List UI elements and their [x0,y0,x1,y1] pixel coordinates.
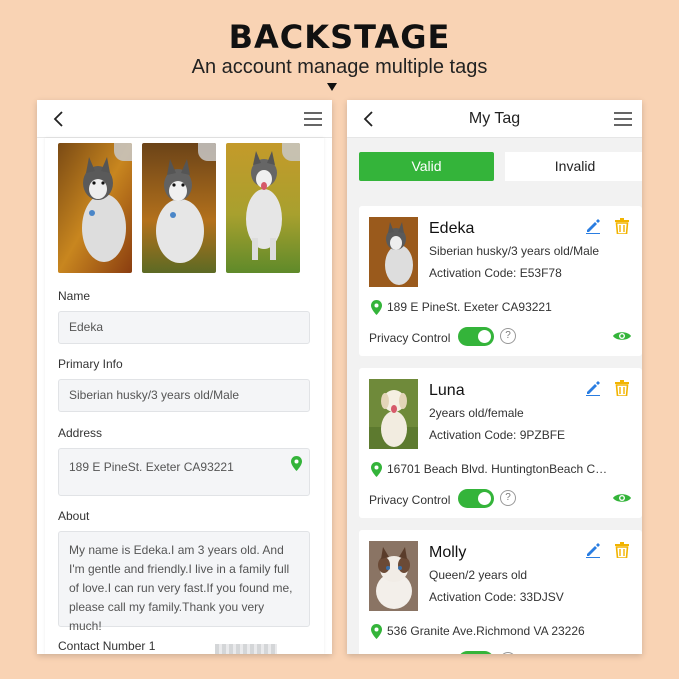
privacy-toggle[interactable] [458,327,494,346]
right-phone-screen: My Tag Valid Invalid Edeka Siberian husk… [347,100,642,654]
hamburger-menu-icon[interactable] [304,111,322,127]
location-pin-icon [371,300,382,315]
pet-photo [369,541,418,611]
pet-info: 2years old/female [429,406,524,420]
address-field[interactable]: 189 E PineSt. Exeter CA93221 [58,448,310,496]
privacy-control-label: Privacy Control [369,493,451,507]
tag-card[interactable]: Edeka Siberian husky/3 years old/Male Ac… [359,206,642,356]
location-pin-icon [371,462,382,477]
help-icon[interactable]: ? [500,490,516,506]
edit-icon[interactable] [585,380,601,396]
tag-card[interactable]: Luna 2years old/female Activation Code: … [359,368,642,518]
profile-form[interactable]: Name Edeka Primary Info Siberian husky/3… [45,138,324,654]
eye-icon[interactable] [613,330,631,342]
pet-name: Edeka [429,220,475,237]
primary-info-label: Primary Info [58,357,123,371]
primary-info-field[interactable]: Siberian husky/3 years old/Male [58,379,310,412]
pet-address: 189 E PineSt. Exeter CA93221 [387,300,552,314]
about-field[interactable]: My name is Edeka.I am 3 years old. And I… [58,531,310,633]
help-icon[interactable]: ? [500,652,516,654]
address-label: Address [58,426,103,440]
chevron-left-icon[interactable] [49,109,69,129]
pet-address: 16701 Beach Blvd. HuntingtonBeach C… [387,462,608,476]
remove-photo-icon[interactable] [114,143,132,161]
location-pin-icon[interactable] [291,456,302,471]
left-phone-screen: Name Edeka Primary Info Siberian husky/3… [37,100,332,654]
pet-name: Luna [429,382,465,399]
privacy-toggle[interactable] [458,651,494,654]
name-label: Name [58,289,91,303]
help-icon[interactable]: ? [500,328,516,344]
trash-icon[interactable] [615,542,629,558]
trash-icon[interactable] [615,218,629,234]
tag-tabs: Valid Invalid [359,152,642,181]
trash-icon[interactable] [615,380,629,396]
remove-photo-icon[interactable] [198,143,216,161]
husky-photo-1[interactable] [58,143,132,273]
about-label: About [58,509,90,523]
page-title: My Tag [468,110,521,127]
location-pin-icon [371,624,382,639]
tab-invalid[interactable]: Invalid [505,152,642,181]
remove-photo-icon[interactable] [282,143,300,161]
contact-number-redacted [215,644,277,654]
pet-photo [369,217,418,287]
pet-address: 536 Granite Ave.Richmond VA 23226 [387,624,585,638]
privacy-control-label: Privacy Control [369,331,451,345]
right-topbar: My Tag [347,100,642,138]
husky-photo-2[interactable] [142,143,216,273]
down-arrow-icon [327,83,337,91]
hero-subtitle: An account manage multiple tags [191,56,488,78]
left-topbar [37,100,332,138]
activation-code: Activation Code: 33DJSV [429,590,564,604]
contact-number-label: Contact Number 1 [58,639,156,653]
eye-icon[interactable] [613,492,631,504]
edit-icon[interactable] [585,542,601,558]
activation-code: Activation Code: 9PZBFE [429,428,566,442]
name-field[interactable]: Edeka [58,311,310,344]
tag-card[interactable]: Molly Queen/2 years old Activation Code:… [359,530,642,654]
hero-title: BACKSTAGE [228,18,451,56]
edit-icon[interactable] [585,218,601,234]
pet-name: Molly [429,544,467,561]
activation-code: Activation Code: E53F78 [429,266,562,280]
pet-info: Queen/2 years old [429,568,528,582]
husky-photo-3[interactable] [226,143,300,273]
hamburger-menu-icon[interactable] [614,111,632,127]
tab-valid[interactable]: Valid [359,152,494,181]
pet-photo [369,379,418,449]
privacy-toggle[interactable] [458,489,494,508]
pet-info: Siberian husky/3 years old/Male [429,244,600,258]
